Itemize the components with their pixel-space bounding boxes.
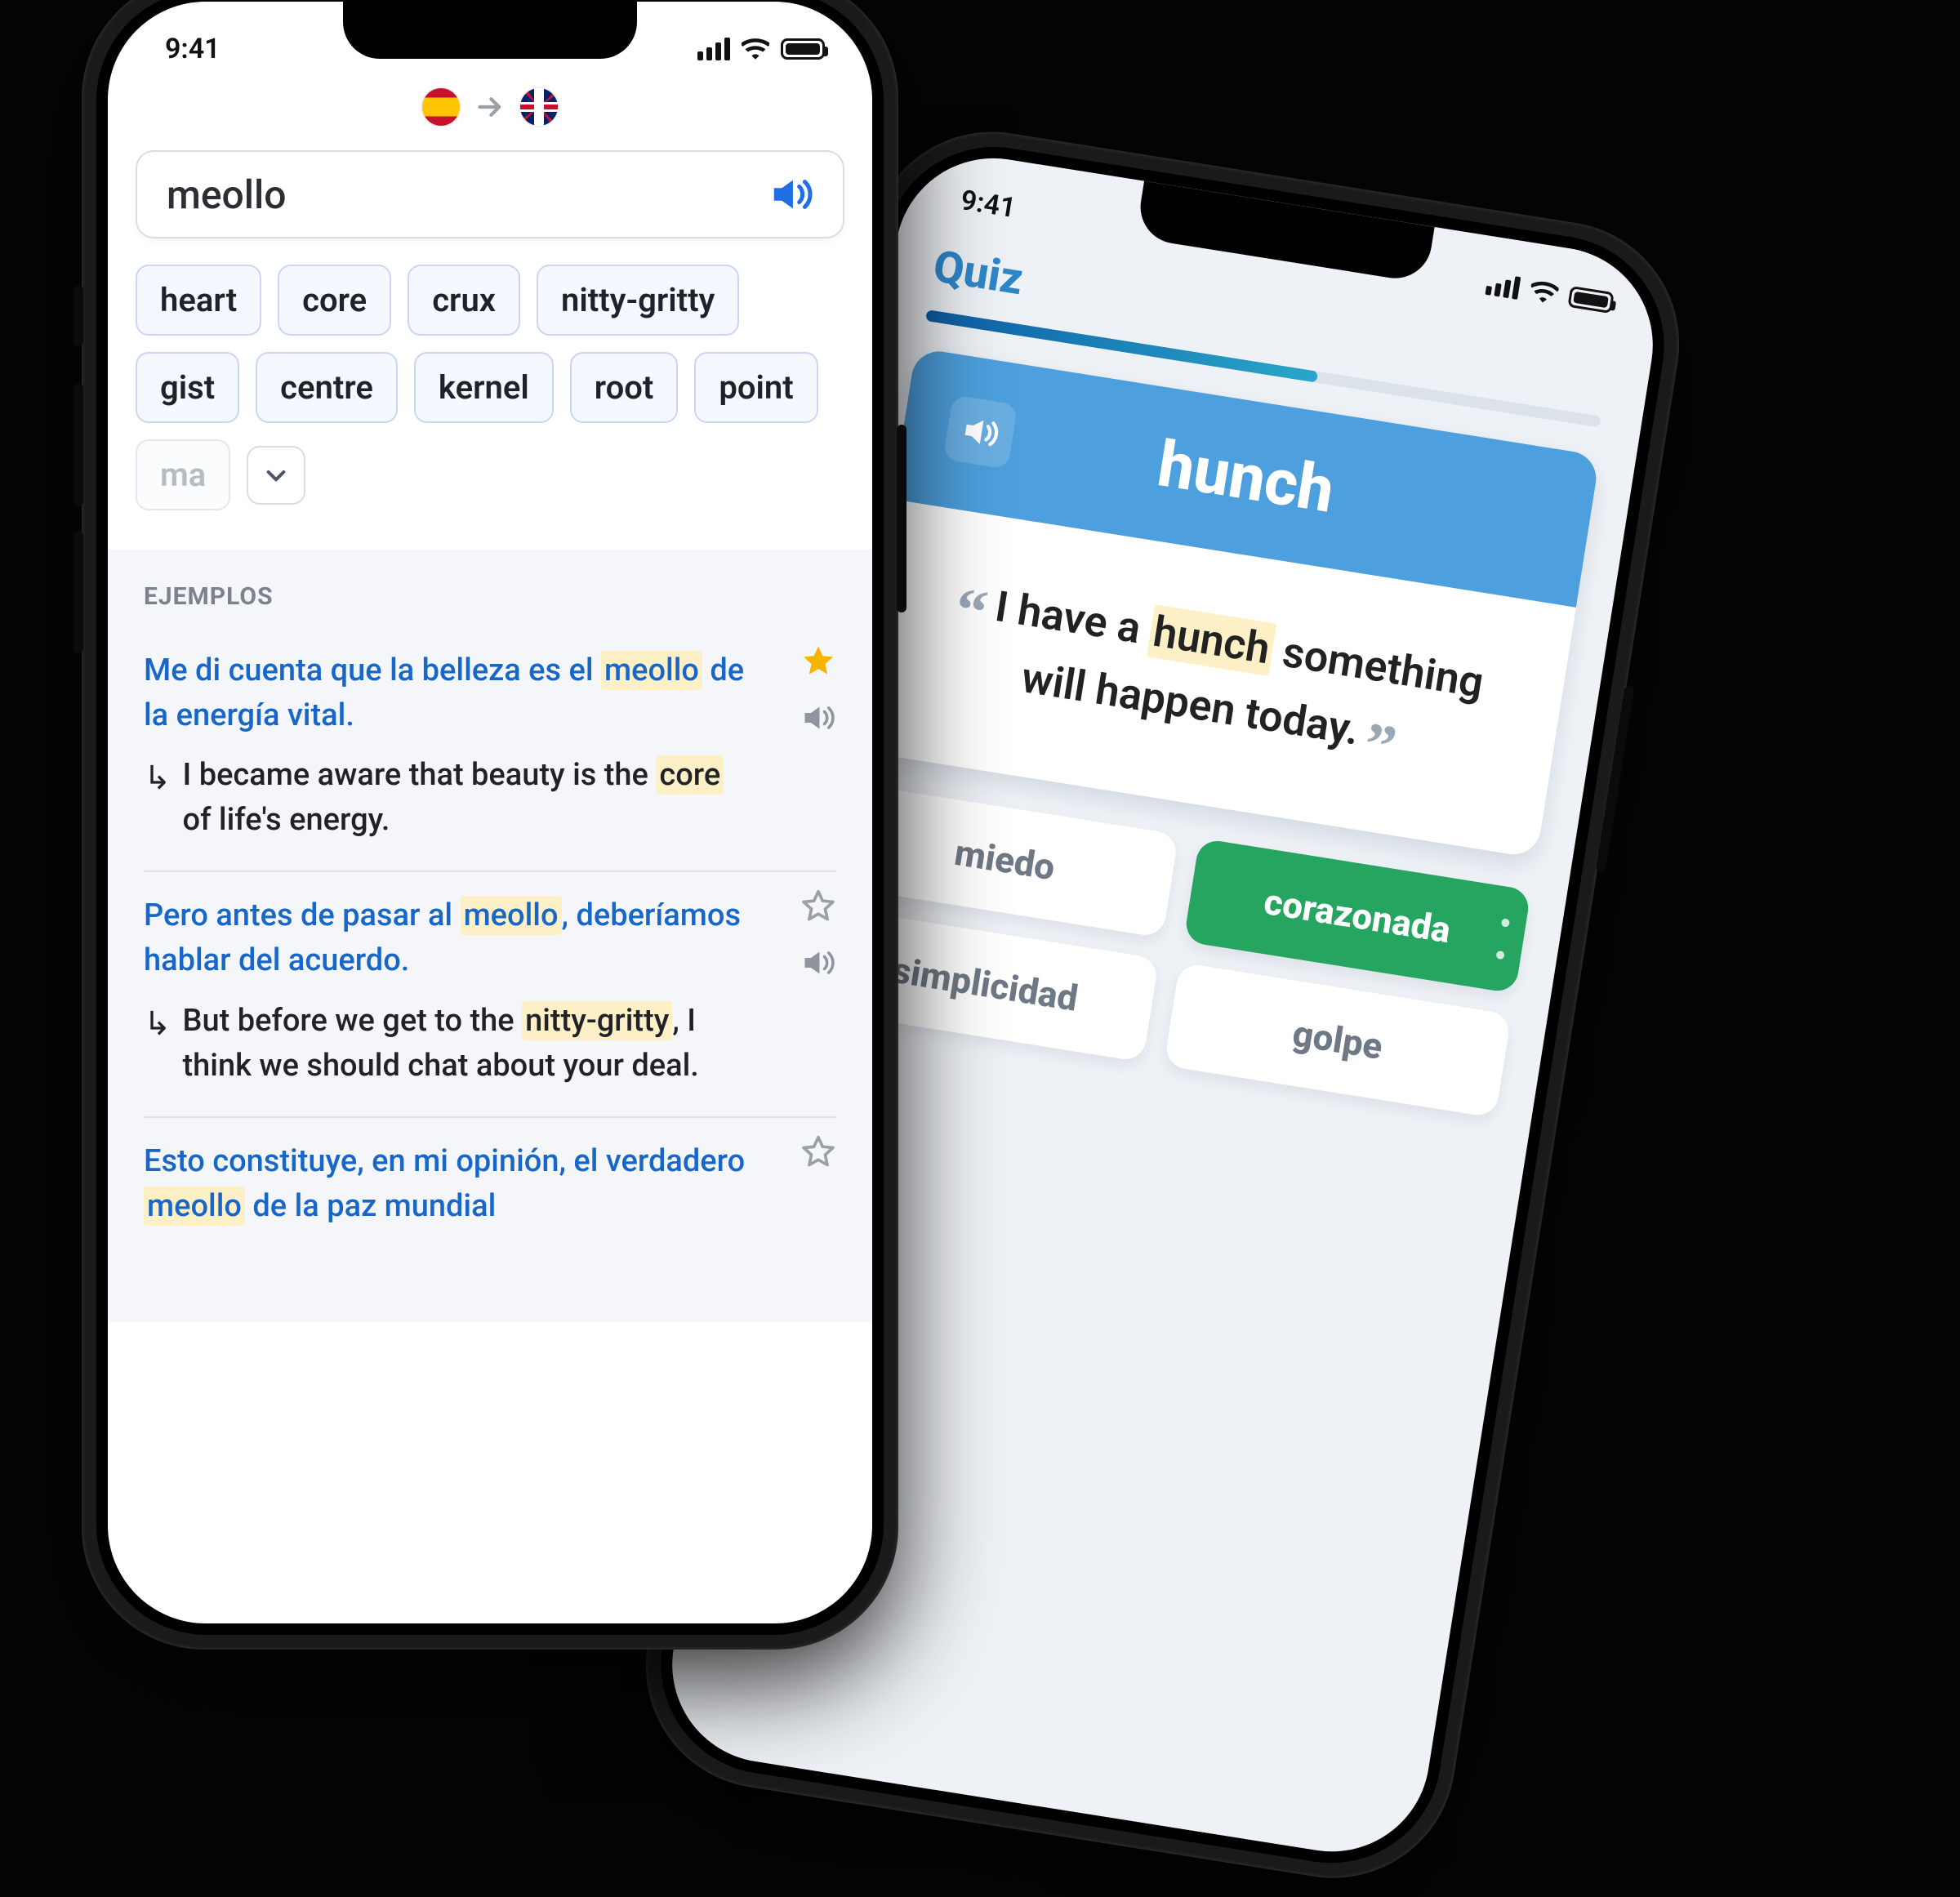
examples-list: Me di cuenta que la belleza es el meollo… [108, 627, 872, 1322]
chip[interactable]: core [278, 265, 391, 336]
chip[interactable]: gist [136, 352, 239, 423]
quiz-sentence: “I have a hunch something will happen to… [914, 563, 1515, 786]
star-icon[interactable] [800, 888, 836, 924]
quote-close-icon: ” [1360, 710, 1401, 782]
expand-chips-button[interactable] [247, 446, 305, 505]
search-term: meollo [167, 171, 286, 218]
chip[interactable]: heart [136, 265, 261, 336]
example-translation: ↳ But before we get to the nitty-gritty,… [144, 999, 836, 1089]
example-source: Esto constituye, en mi opinión, el verda… [144, 1139, 836, 1229]
speaker-icon[interactable] [801, 947, 835, 978]
chip[interactable]: point [694, 352, 817, 423]
example-item: Esto constituye, en mi opinión, el verda… [144, 1118, 836, 1257]
search-input[interactable]: meollo [136, 150, 844, 238]
example-item: Pero antes de pasar al meollo, deberíamo… [144, 872, 836, 1117]
flag-spain-icon [422, 88, 460, 126]
speaker-icon[interactable] [801, 702, 835, 733]
battery-icon [1567, 286, 1614, 314]
wifi-icon [742, 38, 769, 60]
dictionary-phone: 9:41 meollo heart core crux nitty-gritty [82, 0, 898, 1650]
drag-handle-icon [1495, 919, 1510, 960]
example-source: Pero antes de pasar al meollo, deberíamo… [144, 893, 836, 983]
star-icon[interactable] [800, 643, 836, 679]
answer-option[interactable]: golpe [1164, 962, 1512, 1118]
chip[interactable]: centre [256, 352, 398, 423]
chip[interactable]: crux [408, 265, 520, 336]
device-notch [343, 2, 637, 59]
translation-chips: heart core crux nitty-gritty gist centre… [136, 265, 856, 510]
chip[interactable]: root [570, 352, 679, 423]
flag-uk-icon [520, 88, 558, 126]
return-arrow-icon: ↳ [144, 755, 172, 844]
cellular-icon [1485, 272, 1521, 300]
battery-icon [781, 38, 825, 60]
return-arrow-icon: ↳ [144, 1000, 172, 1090]
chip[interactable]: kernel [414, 352, 554, 423]
quiz-card: hunch “I have a hunch something will hap… [853, 347, 1601, 858]
examples-header: EJEMPLOS [108, 550, 872, 627]
status-time: 9:41 [165, 33, 220, 65]
wifi-icon [1529, 279, 1560, 305]
example-item: Me di cuenta que la belleza es el meollo… [144, 627, 836, 872]
status-time: 9:41 [959, 184, 1018, 225]
example-translation: ↳ I became aware that beauty is the core… [144, 753, 836, 843]
star-icon[interactable] [800, 1134, 836, 1170]
chip[interactable]: nitty-gritty [537, 265, 739, 336]
chip-overflow[interactable]: ma [136, 439, 230, 510]
speaker-icon[interactable] [769, 175, 813, 214]
chevron-down-icon [263, 462, 289, 488]
quote-open-icon: “ [951, 575, 992, 648]
example-source: Me di cuenta que la belleza es el meollo… [144, 648, 836, 738]
language-direction[interactable] [108, 88, 872, 126]
cellular-icon [697, 38, 730, 60]
arrow-right-icon [476, 96, 504, 118]
